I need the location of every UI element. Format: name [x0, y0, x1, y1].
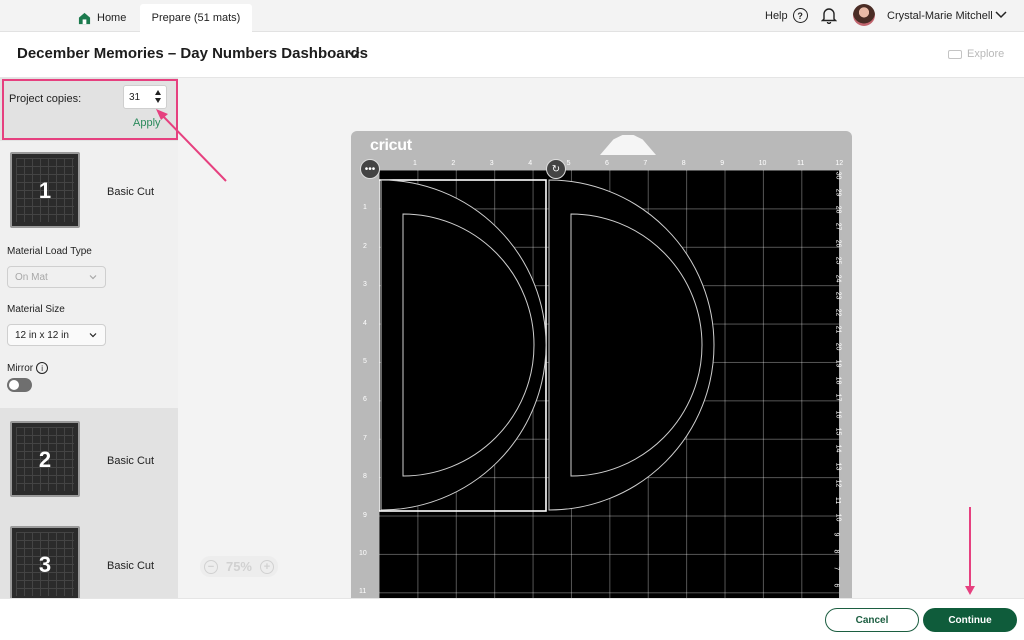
explore-label: Explore	[967, 48, 1005, 60]
mat-number: 1	[38, 178, 52, 203]
project-header: December Memories – Day Numbers Dashboar…	[0, 32, 1024, 78]
ruler-left-tick: 7	[363, 434, 367, 442]
ruler-top-tick: 1	[413, 160, 417, 167]
decrement-arrow-icon[interactable]	[155, 98, 161, 103]
action-bar: Cancel Continue	[0, 598, 1024, 640]
material-load-type-label: Material Load Type	[7, 246, 92, 257]
ruler-left-tick: 3	[363, 281, 367, 289]
help-label: Help	[765, 9, 788, 22]
ruler-top-tick: 4	[528, 160, 533, 167]
avatar[interactable]	[853, 4, 875, 26]
ruler-left-tick: 1	[363, 204, 367, 212]
mat-preview-canvas: cricut 1 2 3 4 5 6 7 8 9 10 11 12 1 2 3 4 5 6 7 8 9 10 11 30 2…	[178, 78, 1024, 598]
mirror-label-group: Mirror i	[7, 362, 49, 374]
ruler-left-tick: 9	[363, 511, 367, 519]
ruler-left-tick: 6	[363, 396, 367, 404]
explore-icon	[948, 49, 962, 59]
notification-bell-icon[interactable]	[821, 7, 837, 24]
chevron-down-icon[interactable]	[995, 9, 1007, 19]
mat-thumbnail-3[interactable]: 3	[10, 526, 80, 598]
cancel-button[interactable]: Cancel	[825, 608, 919, 632]
project-copies-input[interactable]: 31	[123, 85, 167, 109]
chevron-down-icon	[89, 275, 97, 280]
more-options-button[interactable]: •••	[360, 159, 380, 179]
zoom-control: − 75% +	[200, 556, 278, 577]
mirror-toggle[interactable]	[7, 378, 32, 392]
help-icon: ?	[792, 8, 808, 23]
mat-number: 2	[38, 447, 52, 472]
rotate-icon[interactable]: ↻	[546, 159, 566, 179]
material-size-value: 12 in x 12 in	[15, 330, 69, 341]
mat-label: Basic Cut	[107, 186, 155, 198]
ruler-left-tick: 2	[363, 242, 367, 250]
chevron-down-icon[interactable]	[348, 50, 360, 59]
project-copies-panel: Project copies: 31 Apply	[2, 79, 178, 140]
project-copies-label: Project copies:	[9, 93, 82, 105]
material-load-type-select[interactable]: On Mat	[7, 266, 106, 288]
help-button[interactable]: Help ?	[765, 8, 808, 23]
cutting-mat: cricut 1 2 3 4 5 6 7 8 9 10 11 12 1 2 3 4 5 6 7 8 9 10 11 30 2…	[351, 131, 852, 598]
ruler-left-tick: 8	[363, 473, 367, 481]
ruler-top-tick: 9	[720, 160, 725, 167]
ruler-left-tick: 11	[359, 588, 367, 596]
mat-label: Basic Cut	[107, 455, 155, 467]
ruler-top-tick: 2	[451, 160, 456, 167]
mat-label: Basic Cut	[107, 560, 155, 572]
ruler-top-tick: 12	[835, 160, 844, 167]
ruler-left-tick: 4	[363, 319, 367, 327]
ruler-top-tick: 10	[758, 160, 767, 167]
tab-home-label: Home	[97, 12, 127, 24]
mat-thumbnail-1[interactable]: 1	[10, 152, 80, 228]
explore-button[interactable]: Explore	[948, 48, 1004, 60]
mat-thumbnail-2[interactable]: 2	[10, 421, 80, 497]
zoom-out-button[interactable]: −	[203, 559, 218, 574]
mirror-label: Mirror	[7, 362, 34, 374]
mat-sidebar: Project copies: 31 Apply 1 Basic Cut Mat…	[0, 78, 178, 598]
design-shapes[interactable]	[379, 170, 839, 598]
apply-button[interactable]: Apply	[133, 117, 161, 129]
ruler-top-tick: 11	[797, 160, 805, 167]
mat-hanger	[600, 135, 656, 155]
chevron-down-icon	[89, 333, 97, 338]
continue-button[interactable]: Continue	[923, 608, 1017, 632]
tab-prepare-label: Prepare (51 mats)	[151, 12, 241, 24]
project-title[interactable]: December Memories – Day Numbers Dashboar…	[17, 45, 368, 62]
top-navigation-bar: Home Prepare (51 mats) Help ? Crystal-Ma…	[0, 0, 1024, 32]
project-copies-value: 31	[129, 92, 141, 103]
ruler-left-tick: 10	[359, 550, 367, 557]
increment-arrow-icon[interactable]	[155, 90, 161, 95]
tab-prepare[interactable]: Prepare (51 mats)	[140, 4, 252, 32]
ruler-top-tick: 7	[643, 160, 648, 167]
zoom-in-button[interactable]: +	[259, 559, 274, 574]
material-size-label: Material Size	[7, 304, 65, 315]
info-icon[interactable]: i	[36, 362, 49, 374]
home-icon	[78, 12, 91, 24]
mat-panel-1: 1 Basic Cut Material Load Type On Mat Ma…	[0, 141, 178, 408]
ruler-top-tick: 3	[489, 160, 494, 167]
ruler-top-tick: 8	[681, 160, 686, 167]
mat-number: 3	[38, 552, 52, 577]
tab-home[interactable]: Home	[72, 4, 132, 32]
ruler-top-tick: 6	[605, 160, 609, 167]
cricut-logo: cricut	[370, 137, 412, 154]
username[interactable]: Crystal-Marie Mitchell	[887, 10, 993, 22]
ruler-left-tick: 5	[363, 358, 367, 365]
material-size-select[interactable]: 12 in x 12 in	[7, 324, 106, 346]
zoom-level: 75%	[225, 559, 252, 574]
material-load-type-value: On Mat	[15, 272, 48, 283]
ruler-top-tick: 5	[566, 160, 571, 167]
